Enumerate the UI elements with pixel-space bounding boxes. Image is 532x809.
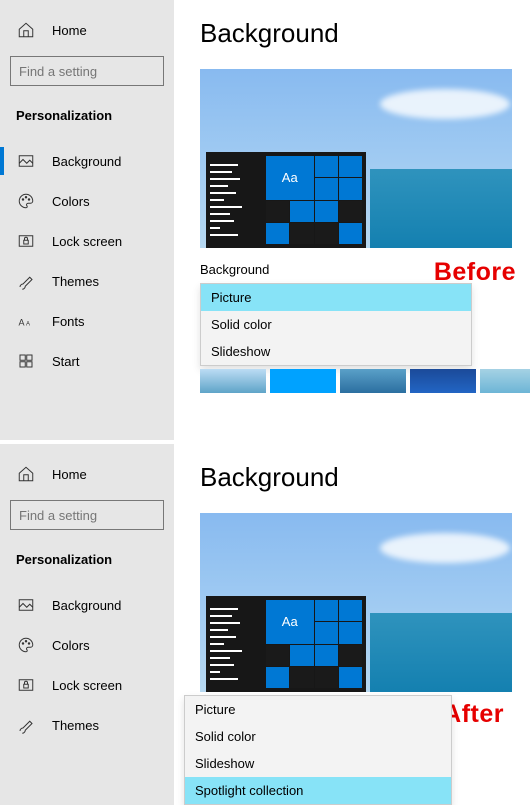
section-title: Personalization [0,540,174,585]
dropdown-option-solid[interactable]: Solid color [185,723,451,750]
fonts-icon: AA [16,311,36,331]
lock-screen-icon [16,231,36,251]
page-title: Background [200,18,532,49]
search-wrap [0,494,174,540]
preview-tile-big: Aa [266,156,314,200]
home-button[interactable]: Home [0,10,174,50]
sidebar-item-themes[interactable]: Themes [0,261,174,301]
home-label: Home [52,23,87,38]
background-dropdown[interactable]: Picture Solid color Slideshow [200,283,472,366]
thumbnail[interactable] [340,369,406,393]
before-panel: Home Personalization Background Colors L… [0,0,532,444]
preview-start-overlay: Aa [206,596,366,692]
sidebar-item-themes[interactable]: Themes [0,705,174,745]
sidebar-item-label: Start [52,354,79,369]
home-icon [16,20,36,40]
dropdown-option-spotlight[interactable]: Spotlight collection [185,777,451,804]
section-title: Personalization [0,96,174,141]
sidebar-item-label: Fonts [52,314,85,329]
sidebar-item-label: Background [52,598,121,613]
sidebar-item-colors[interactable]: Colors [0,625,174,665]
preview-sea [370,169,512,248]
sidebar-item-label: Themes [52,718,99,733]
search-field[interactable] [19,508,195,523]
preview-start-overlay: Aa [206,152,366,248]
picture-icon [16,151,36,171]
thumbnail[interactable] [270,369,336,393]
home-button[interactable]: Home [0,454,174,494]
brush-icon [16,271,36,291]
sidebar-item-background[interactable]: Background [0,585,174,625]
home-label: Home [52,467,87,482]
lock-screen-icon [16,675,36,695]
desktop-preview: Aa [200,69,512,248]
preview-tiles: Aa [266,600,362,688]
picture-icon [16,595,36,615]
search-wrap [0,50,174,96]
start-icon [16,351,36,371]
sidebar-item-label: Colors [52,194,90,209]
search-input[interactable] [10,56,164,86]
sidebar-item-background[interactable]: Background [0,141,174,181]
sidebar-item-label: Themes [52,274,99,289]
preview-lines [210,164,242,236]
search-input[interactable] [10,500,164,530]
sidebar-item-lockscreen[interactable]: Lock screen [0,221,174,261]
before-label: Before [434,258,516,287]
dropdown-option-slideshow[interactable]: Slideshow [185,750,451,777]
page-title: Background [200,462,532,493]
thumbnail[interactable] [200,369,266,393]
preview-cloud [380,89,510,119]
palette-icon [16,635,36,655]
svg-text:A: A [26,322,30,328]
preview-cloud [380,533,510,563]
preview-tile-big: Aa [266,600,314,644]
preview-tiles: Aa [266,156,362,244]
picture-thumbnails [200,369,530,393]
thumbnail[interactable] [480,369,530,393]
desktop-preview: Aa [200,513,512,692]
background-dropdown[interactable]: Picture Solid color Slideshow Spotlight … [184,695,452,805]
after-panel: Home Personalization Background Colors L… [0,444,532,805]
preview-lines [210,608,242,680]
sidebar-item-label: Lock screen [52,234,122,249]
after-label: After [443,700,504,729]
sidebar-item-label: Background [52,154,121,169]
sidebar: Home Personalization Background Colors L… [0,0,174,440]
sidebar-item-fonts[interactable]: AA Fonts [0,301,174,341]
dropdown-option-picture[interactable]: Picture [201,284,471,311]
sidebar-item-label: Lock screen [52,678,122,693]
preview-sea [370,613,512,692]
search-field[interactable] [19,64,195,79]
sidebar: Home Personalization Background Colors L… [0,444,174,805]
dropdown-option-solid[interactable]: Solid color [201,311,471,338]
thumbnail[interactable] [410,369,476,393]
sidebar-item-lockscreen[interactable]: Lock screen [0,665,174,705]
sidebar-item-start[interactable]: Start [0,341,174,381]
dropdown-option-picture[interactable]: Picture [185,696,451,723]
main-content: Background Aa A [174,444,532,805]
brush-icon [16,715,36,735]
dropdown-option-slideshow[interactable]: Slideshow [201,338,471,365]
home-icon [16,464,36,484]
palette-icon [16,191,36,211]
sidebar-item-label: Colors [52,638,90,653]
svg-text:A: A [19,318,25,328]
sidebar-item-colors[interactable]: Colors [0,181,174,221]
main-content: Background Aa B [174,0,532,440]
